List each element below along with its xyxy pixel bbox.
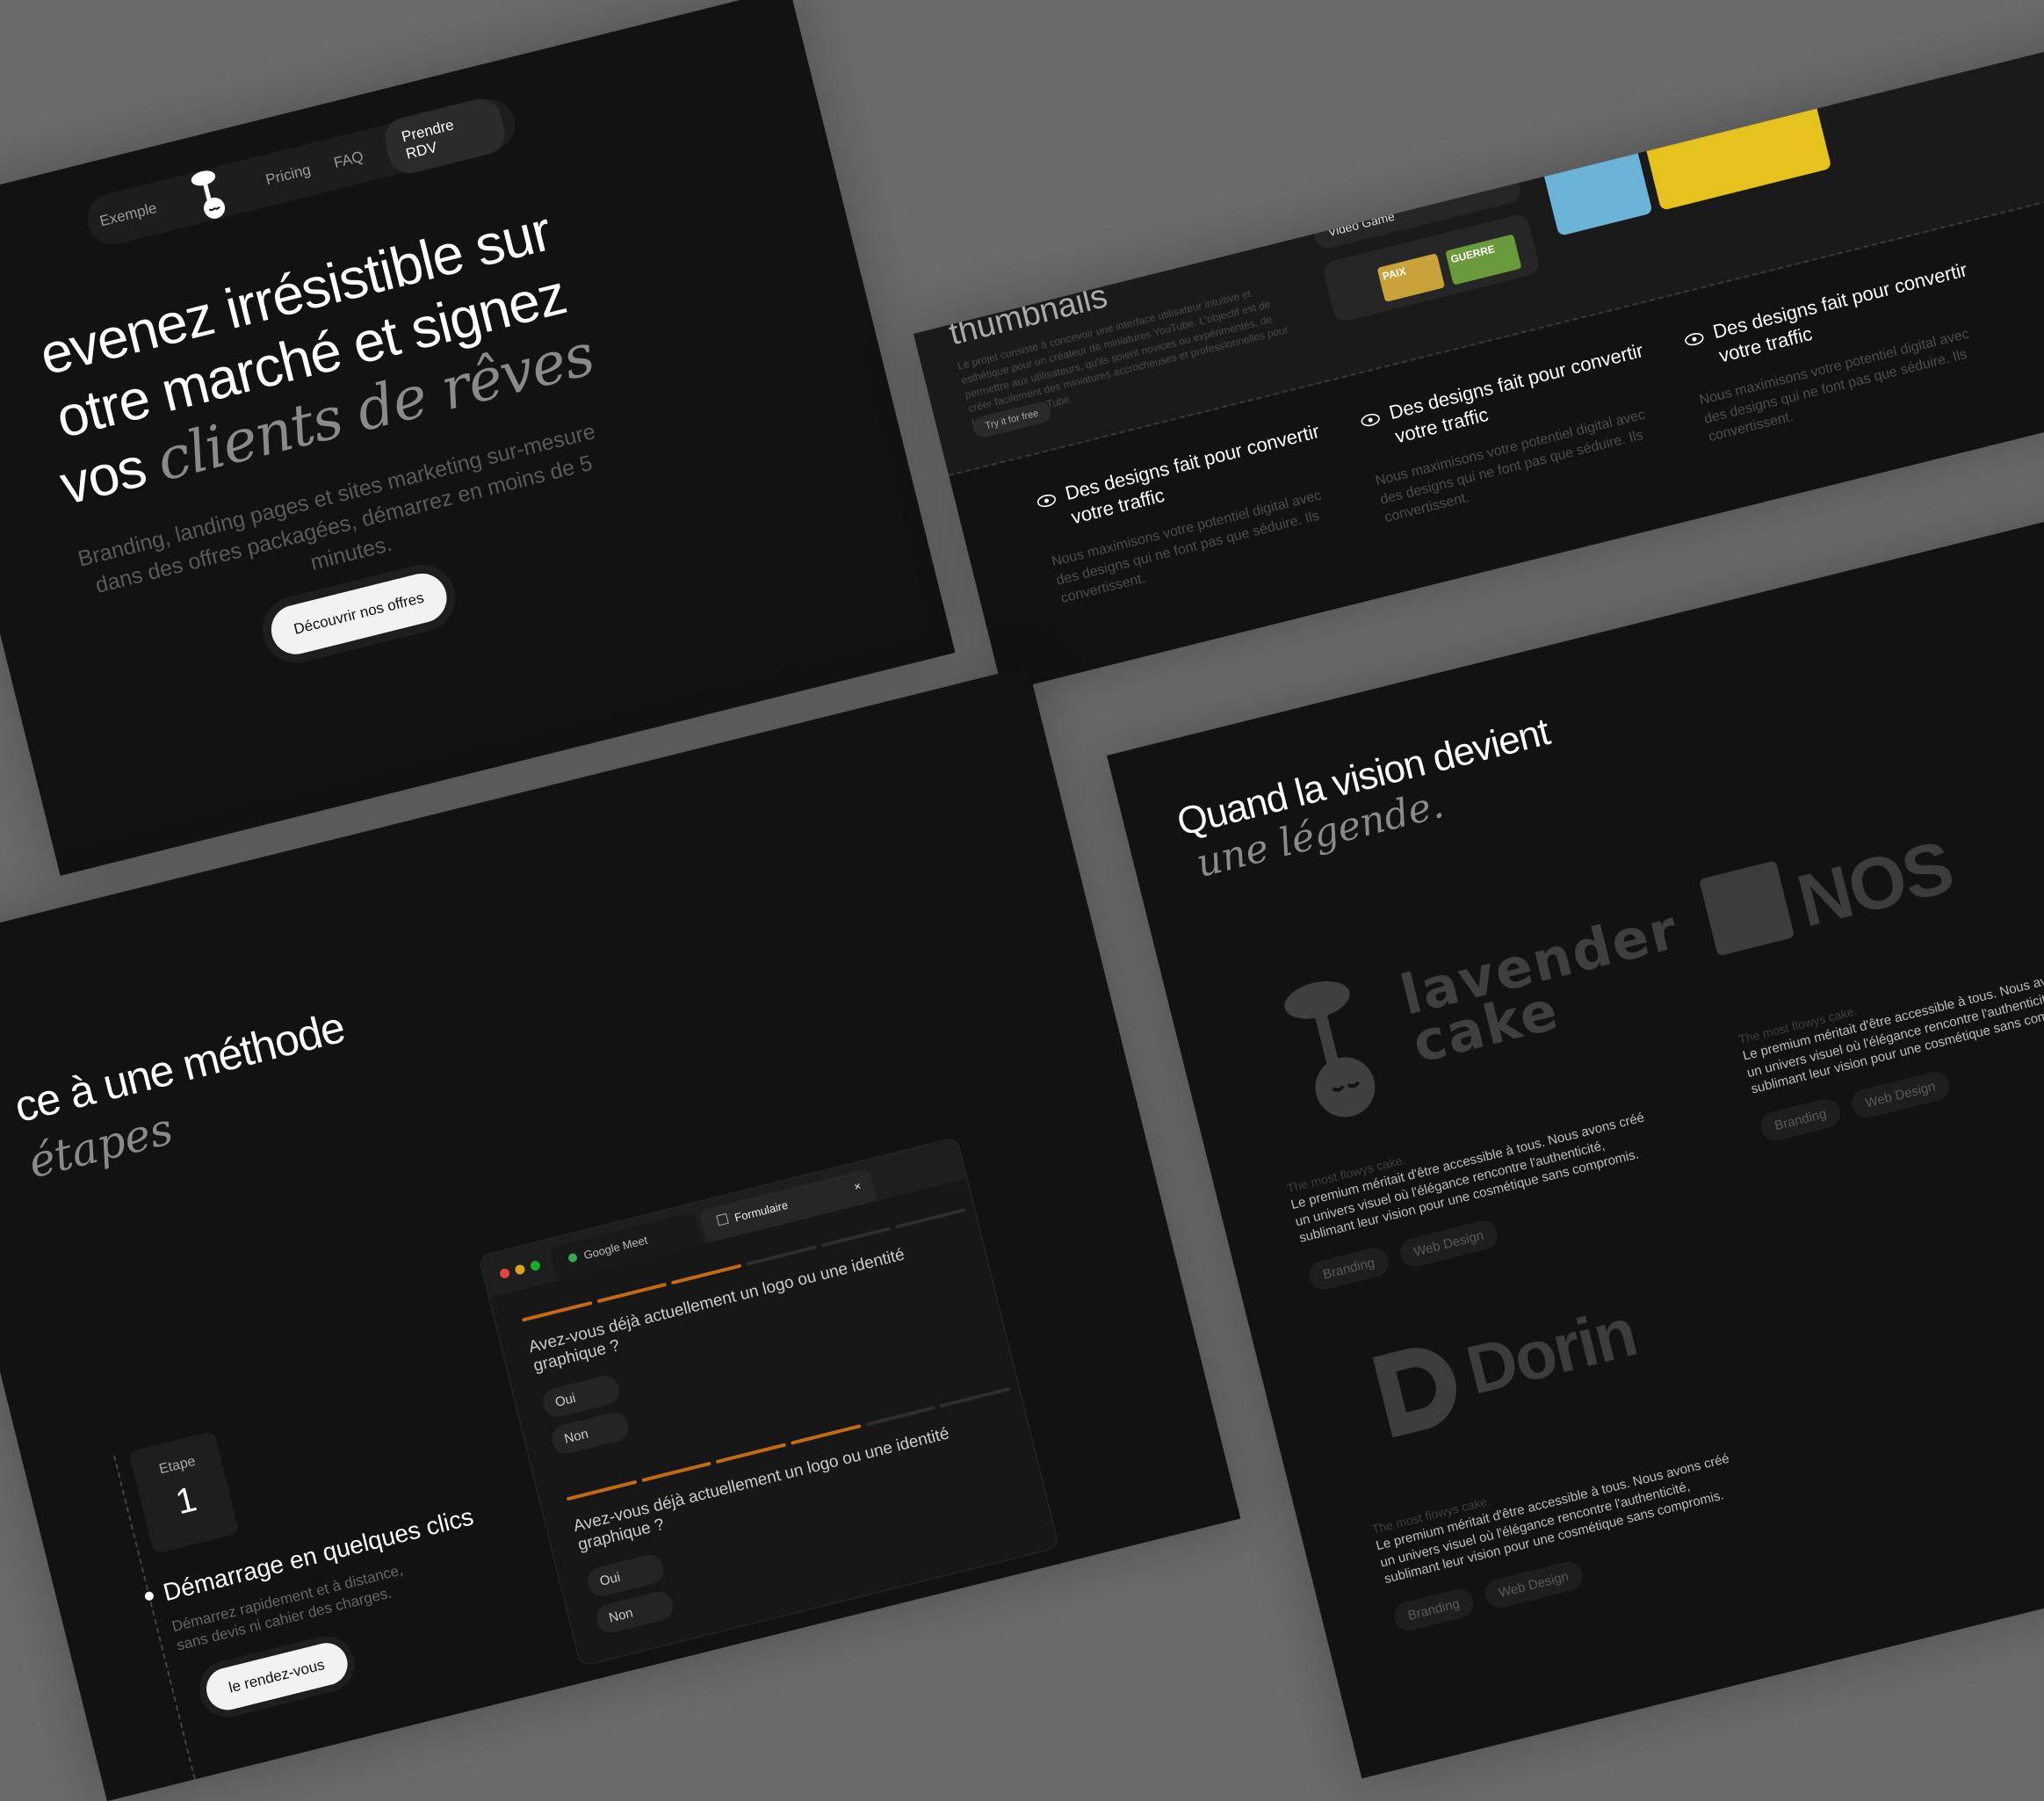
nav-link-exemple[interactable]: Exemple [98, 199, 159, 230]
tag-web-design[interactable]: Web Design [1397, 1217, 1501, 1270]
tag-branding[interactable]: Branding [1390, 1585, 1477, 1633]
project-description: Le projet consiste à concevoir une inter… [956, 286, 1290, 430]
lavender-cake-mascot-icon [1284, 980, 1376, 1117]
feature-item: Des designs fait pour convertir votre tr… [1034, 417, 1354, 609]
dorin-logo: Dorin [1364, 1293, 1643, 1450]
eye-icon [1034, 487, 1058, 515]
book-appointment-button[interactable]: Prendre RDV [379, 94, 509, 178]
dorin-d-icon [1372, 1348, 1457, 1438]
tag-branding[interactable]: Branding [1305, 1244, 1392, 1292]
portfolio-panel: Quand la vision devient une légende. lav… [1107, 500, 2044, 1779]
notion-icon [716, 1212, 729, 1226]
chef-logo-icon[interactable] [181, 163, 242, 226]
browser-mockup: Google Meet Formulaire × Avez-vous déjà a… [478, 1136, 1060, 1667]
minimize-dot-icon[interactable] [514, 1263, 526, 1276]
nos-face-icon [1699, 860, 1795, 957]
option-no[interactable]: Non [549, 1409, 632, 1457]
tab-formulaire[interactable]: Formulaire × [698, 1168, 878, 1244]
minecraft-thumbnail-image [1535, 119, 1653, 236]
nav-link-pricing[interactable]: Pricing [264, 161, 313, 189]
feature-item: Des designs fait pour convertir votre tr… [1681, 256, 2001, 447]
eye-icon [1358, 406, 1383, 434]
feature-item: Des designs fait pour convertir votre tr… [1358, 336, 1678, 528]
eye-icon [1682, 325, 1707, 353]
project-info-nos: The most flowys cake. Le premium méritai… [1737, 944, 2044, 1144]
card-label: Video Game [1326, 208, 1397, 240]
method-heading: ce à une méthode [10, 1002, 350, 1132]
maximize-dot-icon[interactable] [529, 1260, 542, 1272]
tag-web-design[interactable]: Web Design [1481, 1558, 1585, 1611]
nos-wordmark: NOS [1789, 824, 1961, 943]
project-info-dorin: The most flowys cake. Le premium méritai… [1370, 1434, 1756, 1633]
yellow-thumbnail-image [1637, 74, 1832, 211]
dorin-wordmark: Dorin [1459, 1292, 1643, 1409]
close-dot-icon[interactable] [498, 1267, 511, 1280]
lavender-cake-logo: lavender cake [1264, 897, 1685, 1138]
option-no[interactable]: Non [594, 1588, 676, 1636]
nav-link-faq[interactable]: FAQ [332, 148, 365, 172]
step-box: Etape 1 [128, 1430, 240, 1554]
tab-google-meet[interactable]: Google Meet [549, 1212, 703, 1281]
book-meeting-button[interactable]: le rendez-vous [201, 1638, 352, 1715]
tag-web-design[interactable]: Web Design [1848, 1068, 1953, 1121]
tag-branding[interactable]: Branding [1758, 1096, 1844, 1144]
lavender-cake-wordmark: lavender cake [1394, 896, 1686, 1075]
close-tab-icon[interactable]: × [853, 1179, 863, 1193]
google-meet-icon [567, 1252, 579, 1263]
timeline-dot [143, 1590, 155, 1602]
step-number: 1 [171, 1479, 200, 1523]
